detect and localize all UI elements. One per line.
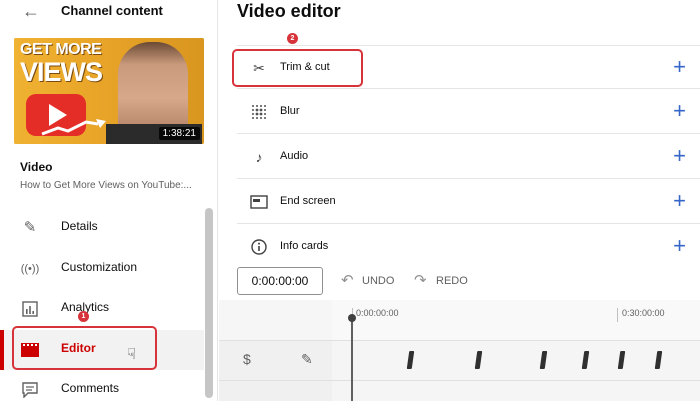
active-indicator — [0, 330, 4, 370]
tool-label-info-cards: Info cards — [280, 240, 329, 252]
nav-label-comments: Comments — [61, 381, 120, 395]
undo-button[interactable]: UNDO — [362, 275, 394, 287]
sidebar-header: ← Channel content — [0, 0, 218, 24]
nav-item-details[interactable]: ✎ Details — [0, 208, 204, 248]
tool-label-end-screen: End screen — [280, 195, 336, 207]
video-editor-panel: Video editor ✂ Trim & cut + Blur + ♪ Aud… — [219, 0, 700, 401]
timeline-ruler[interactable] — [332, 300, 700, 340]
video-label: Video — [20, 160, 53, 174]
playhead-handle[interactable] — [348, 314, 356, 322]
music-note-icon: ♪ — [255, 149, 263, 165]
clip-marker[interactable] — [406, 351, 415, 369]
blur-grid-icon — [249, 102, 269, 122]
end-screen-icon — [249, 192, 269, 212]
video-track[interactable] — [332, 340, 700, 380]
timestamp-start: 0:00:00:00 — [356, 308, 399, 318]
track-tools: $ ✎ — [219, 340, 332, 380]
video-duration: 1:38:21 — [158, 127, 200, 140]
sidebar: ← Channel content GET MORE VIEWS 1:38:21… — [0, 0, 218, 401]
playhead[interactable] — [351, 316, 353, 401]
back-arrow-icon[interactable]: ← — [22, 1, 40, 21]
tool-row-blur[interactable]: Blur + — [237, 90, 700, 134]
clip-marker[interactable] — [539, 351, 548, 369]
tool-label-blur: Blur — [280, 105, 300, 117]
step-badge-1: 1 — [78, 311, 89, 322]
video-title: How to Get More Views on YouTube:... — [20, 180, 192, 191]
pencil-icon: ✎ — [23, 219, 37, 236]
redo-button[interactable]: REDO — [436, 275, 468, 287]
broadcast-icon: ((•)) — [20, 263, 40, 275]
tool-row-audio[interactable]: ♪ Audio + — [237, 135, 700, 179]
timecode-input[interactable]: 0:00:00:00 — [237, 267, 323, 295]
pencil-icon[interactable]: ✎ — [301, 351, 313, 368]
add-info-cards-button[interactable]: + — [673, 234, 686, 258]
ruler-tick-end — [617, 308, 618, 322]
bar-chart-icon — [20, 299, 40, 319]
editor-highlight-box — [12, 326, 157, 370]
nav-item-comments[interactable]: Comments — [0, 370, 204, 401]
youtube-studio-editor: ← Channel content GET MORE VIEWS 1:38:21… — [0, 0, 700, 401]
clip-marker[interactable] — [581, 351, 590, 369]
track-tools-secondary — [219, 380, 332, 401]
thumbnail-headline-2: VIEWS — [20, 57, 103, 87]
nav-item-customization[interactable]: ((•)) Customization — [0, 249, 204, 289]
clip-marker[interactable] — [654, 351, 663, 369]
audio-track[interactable] — [332, 380, 700, 401]
tool-row-end-screen[interactable]: End screen + — [237, 180, 700, 224]
comment-icon — [20, 380, 40, 400]
tool-row-info-cards[interactable]: Info cards + — [237, 225, 700, 259]
page-title: Video editor — [237, 1, 341, 21]
clip-marker[interactable] — [474, 351, 483, 369]
trim-highlight-box — [232, 49, 363, 87]
tool-label-audio: Audio — [280, 150, 309, 162]
sidebar-scrollbar[interactable] — [205, 208, 213, 398]
clip-marker[interactable] — [617, 351, 626, 369]
video-thumbnail[interactable]: GET MORE VIEWS 1:38:21 — [14, 38, 204, 144]
undo-icon[interactable]: ↶ — [341, 271, 354, 289]
info-icon — [249, 237, 269, 257]
timeline: 0:00:00:00 0:30:00:00 $ ✎ — [219, 300, 700, 401]
nav-label-details: Details — [61, 219, 98, 233]
nav-label-customization: Customization — [61, 260, 138, 274]
sidebar-title: Channel content — [61, 3, 163, 18]
dollar-icon[interactable]: $ — [243, 351, 251, 367]
add-audio-button[interactable]: + — [673, 144, 686, 168]
add-end-screen-button[interactable]: + — [673, 189, 686, 213]
timestamp-end: 0:30:00:00 — [622, 308, 665, 318]
step-badge-2: 2 — [287, 33, 298, 44]
trend-arrow-icon — [41, 119, 106, 136]
nav-item-analytics[interactable]: Analytics — [0, 289, 204, 329]
add-blur-button[interactable]: + — [673, 99, 686, 123]
add-trim-button[interactable]: + — [673, 55, 686, 79]
redo-icon[interactable]: ↷ — [414, 271, 427, 289]
